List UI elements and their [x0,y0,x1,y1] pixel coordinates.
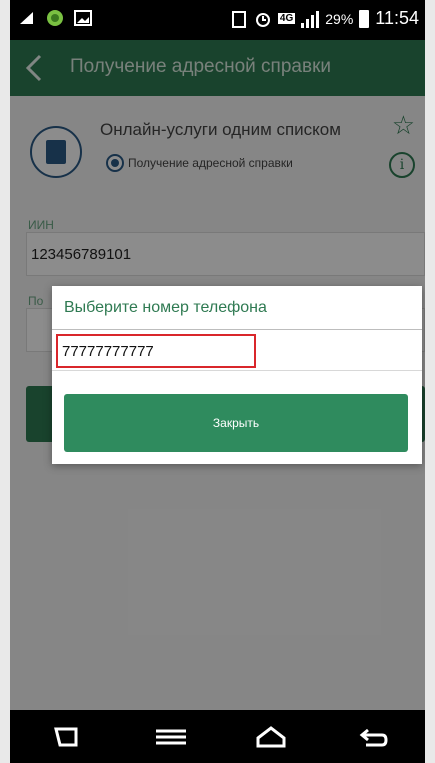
phone-select-dialog: Выберите номер телефона 77777777777 Закр… [52,286,422,464]
dialog-title: Выберите номер телефона [52,286,422,330]
battery-percent: 29% [325,10,354,27]
clock: 11:54 [375,8,419,28]
alarm-icon [255,12,270,27]
battery-icon [359,9,370,28]
status-bar: 4G 29% 11:54 [10,0,425,40]
back-icon[interactable] [356,722,390,752]
network-badge: 4G [277,13,296,24]
signal-icon [301,10,320,28]
navigation-bar [10,710,425,763]
phone-option[interactable]: 77777777777 [56,334,256,368]
image-icon [74,10,92,26]
phone-screen: 4G 29% 11:54 Получение адресной справки … [10,0,425,763]
close-button[interactable]: Закрыть [64,394,408,452]
dialog-divider [52,370,422,371]
shield-app-icon [47,10,63,26]
wifi-app-icon [20,12,33,24]
home-icon[interactable] [254,722,288,752]
recent-apps-icon[interactable] [50,722,84,752]
sim-card-icon [231,10,246,28]
status-right-icons: 4G 29% 11:54 [230,8,419,29]
menu-icon[interactable] [154,722,188,752]
status-left-icons [18,9,92,27]
